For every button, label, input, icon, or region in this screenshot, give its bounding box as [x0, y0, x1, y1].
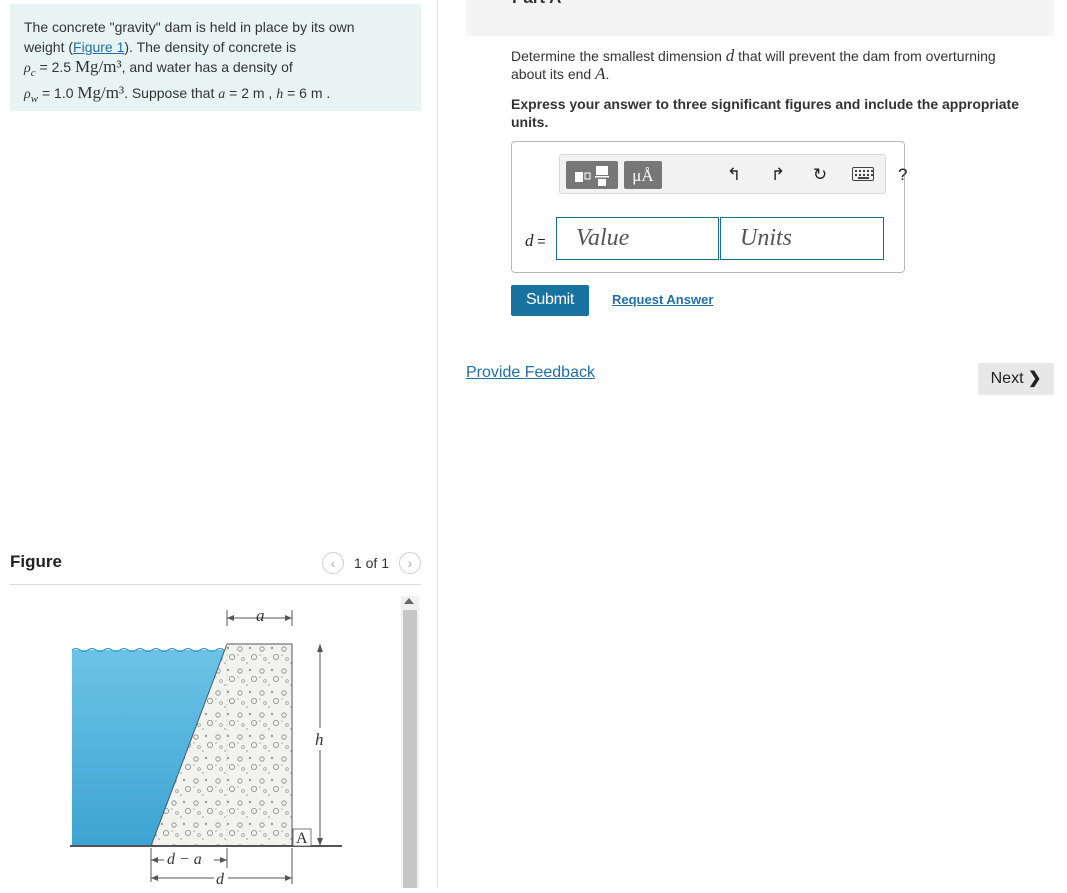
rho-w-unit: Mg/m³	[77, 82, 125, 102]
problem-line-1: The concrete "gravity" dam is held in pl…	[24, 19, 355, 35]
dam-figure: a h A d − a d	[60, 600, 360, 893]
prev-figure-button[interactable]: ‹	[321, 552, 344, 574]
next-button[interactable]: Next ❯	[978, 363, 1054, 395]
keyboard-icon[interactable]	[852, 167, 874, 181]
part-header[interactable]: Part A	[466, 0, 1054, 36]
help-button[interactable]: ?	[898, 165, 907, 185]
units-input[interactable]: Units	[720, 217, 884, 260]
chevron-right-icon: ❯	[1027, 370, 1042, 387]
provide-feedback-link[interactable]: Provide Feedback	[466, 364, 595, 382]
problem-text: weight (	[24, 39, 74, 55]
figure-title: Figure	[10, 552, 62, 571]
rho-subscript: w	[30, 92, 39, 105]
next-label: Next	[990, 370, 1024, 387]
templates-button[interactable]	[566, 161, 618, 189]
answer-panel: μÅ ↰ ↱ ↻ ? d = Value Units	[511, 141, 907, 273]
rho-c-unit: Mg/m³	[74, 57, 122, 76]
undo-icon[interactable]: ↰	[724, 165, 744, 185]
scroll-up-arrow-icon[interactable]	[404, 598, 414, 604]
request-answer-link[interactable]: Request Answer	[612, 292, 713, 307]
arrow	[227, 615, 234, 621]
figure-link[interactable]: Figure 1	[73, 39, 124, 55]
label-a: a	[256, 606, 265, 625]
problem-text: . Suppose that	[124, 84, 219, 101]
value-input[interactable]: Value	[556, 217, 719, 260]
units-button[interactable]: μÅ	[624, 161, 662, 189]
problem-text: , and water has a density of	[121, 59, 293, 75]
problem-text: ). The density of concrete is	[124, 39, 297, 55]
math-toolbar: μÅ ↰ ↱ ↻ ?	[559, 154, 907, 194]
label-A: A	[296, 830, 308, 847]
equals-sign: =	[533, 233, 546, 249]
answer-label: d =	[525, 231, 546, 251]
figure-page-count: 1 of 1	[353, 555, 389, 571]
submit-button[interactable]: Submit	[511, 285, 589, 316]
chevron-left-icon: ‹	[330, 555, 336, 571]
rho-w-value: = 1.0	[38, 84, 78, 101]
redo-icon[interactable]: ↱	[768, 165, 788, 185]
dam-diagram: a h A d − a d	[70, 606, 342, 888]
scroll-thumb[interactable]	[403, 610, 417, 888]
label-d-minus-a: d − a	[167, 851, 202, 868]
arrow	[220, 857, 227, 863]
problem-line-4: ρw = 1.0 Mg/m³. Suppose that a = 2 m , h…	[24, 83, 407, 109]
problem-statement: The concrete "gravity" dam is held in pl…	[10, 4, 421, 111]
question-part: .	[605, 66, 610, 82]
arrow	[151, 875, 158, 881]
a-value: = 2 m ,	[225, 84, 277, 101]
question-part: about its end	[511, 66, 596, 82]
chevron-right-icon: ›	[407, 555, 413, 571]
figure-header: Figure ‹ 1 of 1 ›	[10, 548, 421, 585]
answer-instructions: Express your answer to three significant…	[511, 96, 1020, 130]
problem-line-2: weight (Figure 1). The density of concre…	[24, 37, 407, 57]
rho-c-value: = 2.5	[35, 59, 75, 75]
var-A: A	[595, 64, 606, 83]
question-text: Determine the smallest dimension d that …	[511, 47, 1051, 83]
reset-icon[interactable]: ↻	[810, 165, 830, 185]
h-value: = 6 m .	[283, 84, 331, 101]
arrow	[151, 857, 158, 863]
label-d: d	[216, 871, 225, 888]
templates-icon	[575, 166, 609, 186]
var-d: d	[525, 231, 534, 250]
figure-scrollbar[interactable]	[401, 596, 419, 888]
arrow	[285, 875, 292, 881]
question-part: Determine the smallest dimension	[511, 48, 726, 64]
arrow	[317, 644, 323, 652]
arrow	[317, 838, 323, 846]
figure-pager: ‹ 1 of 1 ›	[321, 552, 421, 574]
left-panel: The concrete "gravity" dam is held in pl…	[0, 0, 438, 888]
question-part: that will prevent the dam from overturni…	[734, 48, 996, 64]
label-h: h	[315, 730, 324, 749]
rho-symbol: ρ	[24, 61, 31, 76]
arrow	[285, 615, 292, 621]
var-d: d	[725, 46, 735, 65]
rho-symbol: ρ	[24, 86, 31, 102]
next-figure-button[interactable]: ›	[399, 552, 421, 574]
part-label: Part A	[512, 0, 561, 8]
problem-line-3: ρc = 2.5 Mg/m³, and water has a density …	[24, 57, 407, 83]
